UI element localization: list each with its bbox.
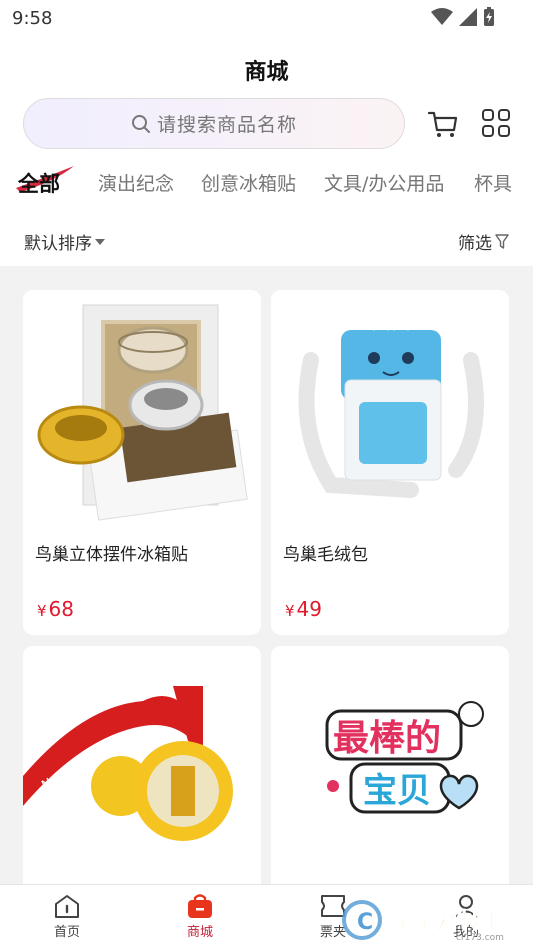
tab-home[interactable]: 首页	[27, 893, 107, 940]
status-time: 9:58	[12, 8, 53, 29]
filter-label: 筛选	[458, 234, 492, 254]
page-title: 商城	[244, 60, 289, 85]
tab-stationery[interactable]: 文具/办公用品	[324, 169, 444, 196]
product-price: ¥49	[285, 597, 322, 621]
status-icons	[431, 7, 495, 27]
shop-bag-icon	[188, 894, 212, 918]
category-tabs: 全部 演出纪念 创意冰箱贴 文具/办公用品 杯具	[0, 163, 533, 203]
price-value: 49	[296, 597, 322, 621]
sticker-line-1: 最棒的	[333, 718, 441, 759]
filter-icon	[495, 233, 509, 249]
svg-text:cr173.com: cr173.com	[456, 933, 504, 943]
cart-icon[interactable]	[427, 108, 459, 140]
product-card[interactable]: 最棒的 宝贝	[271, 646, 509, 896]
search-icon	[131, 114, 150, 133]
header-area: 9:58 商城 请搜索商品名称 全部 演出纪念 创意冰箱贴 文具/办公用品 杯具…	[0, 0, 533, 266]
signal-icon	[459, 8, 477, 26]
sort-dropdown[interactable]: 默认排序	[24, 229, 106, 254]
price-value: 68	[48, 597, 74, 621]
category-grid-icon[interactable]	[481, 108, 511, 138]
product-card[interactable]: 鸟巢毛绒包 ¥49	[271, 290, 509, 635]
svg-text:C: C	[357, 910, 373, 935]
product-name: 鸟巢立体摆件冰箱贴	[35, 545, 188, 565]
currency-symbol: ¥	[285, 602, 295, 620]
status-bar: 9:58	[0, 0, 533, 36]
battery-icon	[484, 7, 494, 26]
product-image: National Stadium	[23, 646, 261, 884]
caret-down-icon	[95, 238, 105, 245]
tab-cups[interactable]: 杯具	[474, 169, 512, 196]
search-bar[interactable]: 请搜索商品名称	[23, 98, 405, 149]
product-card[interactable]: National Stadium	[23, 646, 261, 896]
wifi-icon	[431, 8, 453, 25]
product-card[interactable]: 鸟巢立体摆件冰箱贴 ¥68	[23, 290, 261, 635]
tab-shop[interactable]: 商城	[160, 893, 240, 940]
product-image	[23, 290, 261, 528]
search-placeholder: 请搜索商品名称	[156, 114, 297, 136]
filter-button[interactable]: 筛选	[458, 229, 509, 254]
sort-label: 默认排序	[24, 234, 92, 254]
product-image	[271, 290, 509, 528]
sticker-line-2: 宝贝	[363, 771, 431, 811]
product-image: 最棒的 宝贝	[271, 646, 509, 884]
tab-shop-label: 商城	[186, 925, 213, 940]
svg-text:西西软件园: 西西软件园	[384, 908, 494, 934]
tab-fridge-magnets[interactable]: 创意冰箱贴	[201, 169, 296, 196]
watermark-logo: C 西西软件园 cr173.com	[342, 900, 504, 943]
tab-all[interactable]: 全部	[18, 168, 60, 198]
home-icon	[55, 895, 79, 918]
product-price: ¥68	[37, 597, 74, 621]
product-name: 鸟巢毛绒包	[283, 545, 368, 565]
currency-symbol: ¥	[37, 602, 47, 620]
tab-performance-souvenirs[interactable]: 演出纪念	[98, 169, 174, 196]
tab-home-label: 首页	[53, 925, 80, 940]
